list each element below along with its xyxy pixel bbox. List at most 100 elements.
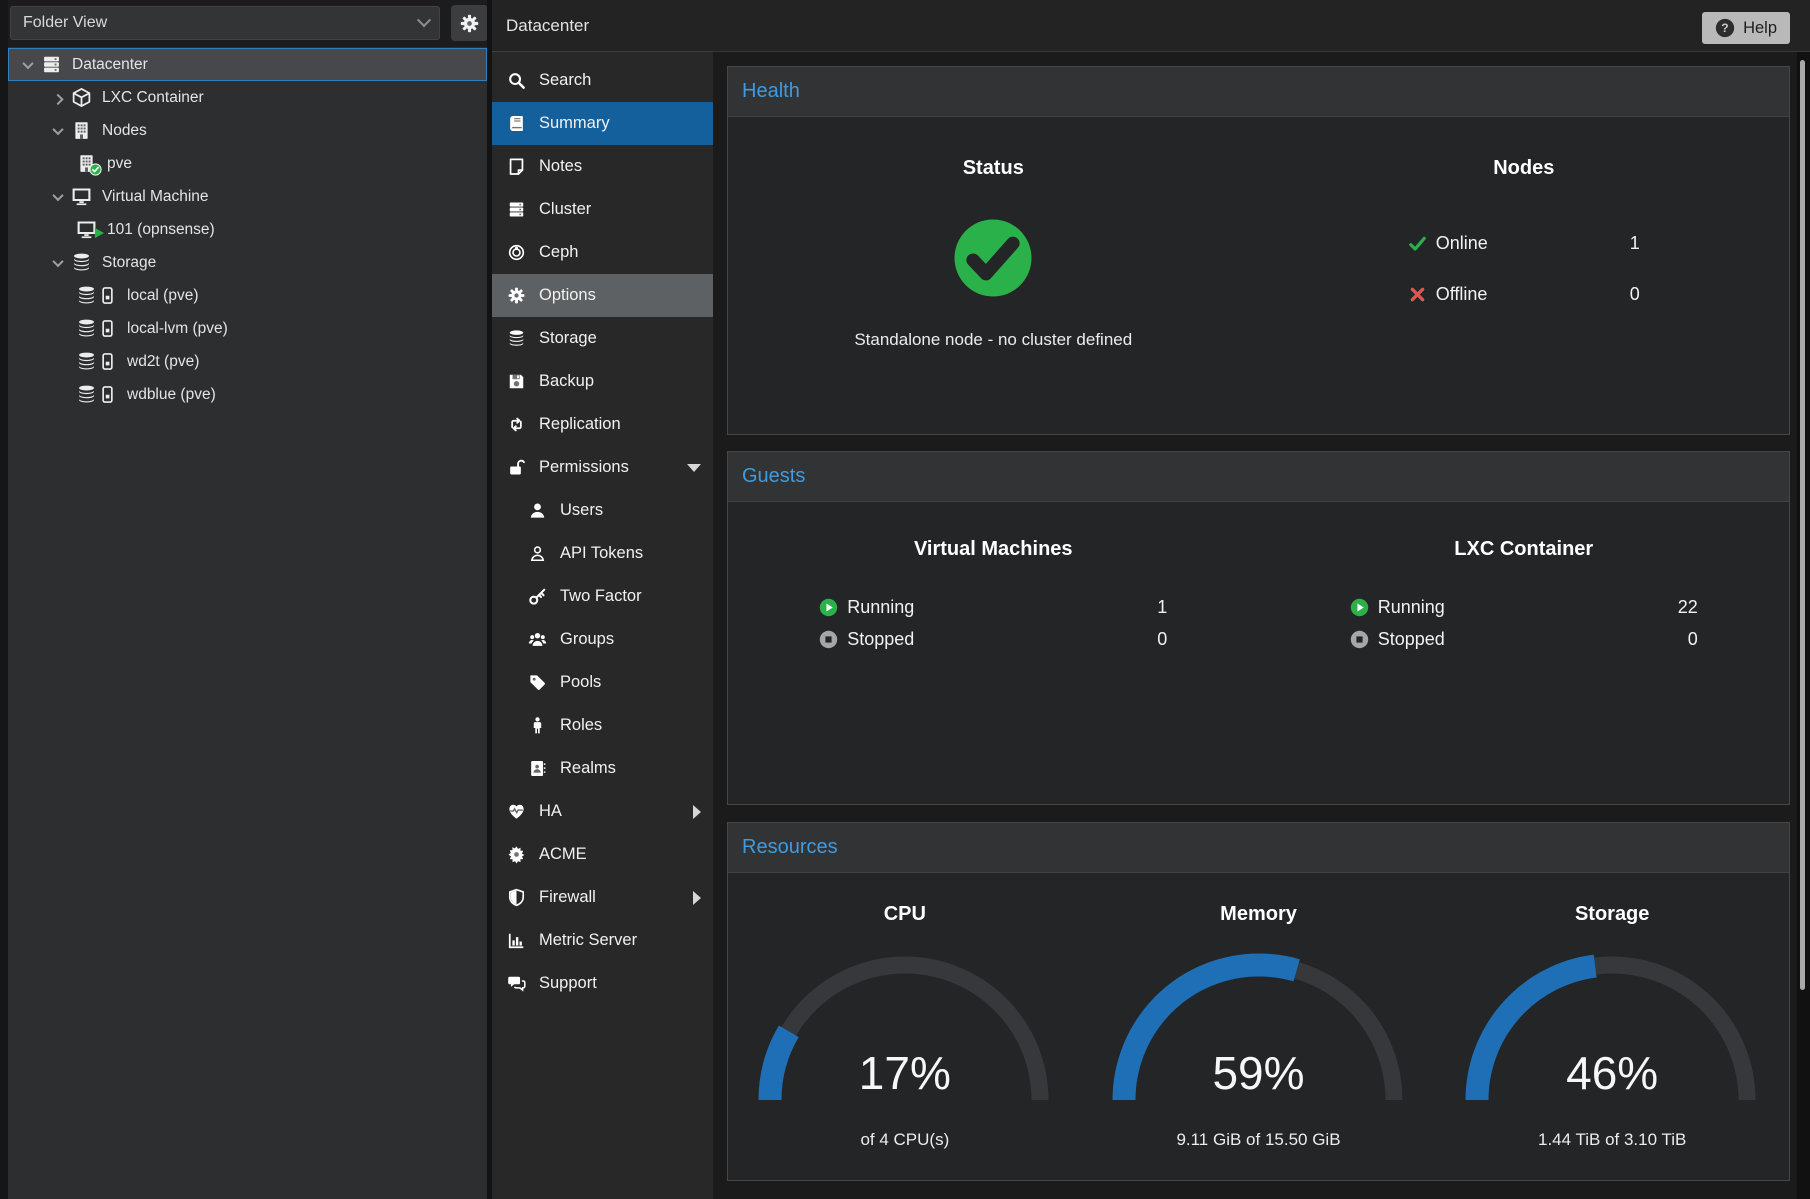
tree-item-datacenter[interactable]: Datacenter (8, 48, 487, 81)
menu-item-notes[interactable]: Notes (492, 145, 713, 188)
tree-item-label: 101 (opnsense) (107, 221, 215, 239)
floppy-icon (506, 372, 527, 391)
menu-item-realms[interactable]: Realms (492, 747, 713, 790)
lxc-container-label: Running (1378, 597, 1445, 618)
stop-circle-icon (819, 630, 838, 649)
menu-item-api-tokens[interactable]: API Tokens (492, 532, 713, 575)
menu-item-options[interactable]: Options (492, 274, 713, 317)
tree-settings-button[interactable] (451, 5, 488, 41)
menu-item-acme[interactable]: ACME (492, 833, 713, 876)
chevron-down-icon[interactable] (15, 49, 41, 80)
tree-item-nodes[interactable]: Nodes (8, 114, 487, 147)
tree-item-local-lvm-pve[interactable]: local-lvm (pve) (8, 312, 487, 345)
chevron-down-icon[interactable] (45, 180, 71, 213)
menu-item-roles[interactable]: Roles (492, 704, 713, 747)
menu-item-label: Roles (560, 716, 602, 735)
chevron-down-icon[interactable] (45, 114, 71, 147)
menu-item-label: ACME (539, 845, 587, 864)
users-icon (527, 630, 548, 649)
main-scrollbar-thumb[interactable] (1800, 60, 1805, 990)
tree-item-label: Nodes (102, 122, 147, 140)
acme-icon (506, 845, 527, 864)
user-icon (528, 501, 547, 520)
nodes-status-list: Online1Offline0 (1408, 218, 1640, 320)
nodes-row-online: Online1 (1408, 218, 1640, 269)
menu-item-groups[interactable]: Groups (492, 618, 713, 661)
menu-item-label: Ceph (539, 243, 578, 262)
server-icon (507, 200, 526, 219)
virtual-machines-label: Running (847, 597, 914, 618)
tree-item-wdblue-pve[interactable]: wdblue (pve) (8, 378, 487, 411)
resource-tree: Datacenter LXC Container Nodes pveVirtual M… (8, 48, 487, 1199)
floppy-icon (507, 372, 526, 391)
resource-heading: Memory (1220, 903, 1297, 926)
status-heading: Status (963, 157, 1024, 180)
menu-item-pools[interactable]: Pools (492, 661, 713, 704)
desktop-icon (76, 219, 97, 240)
tree-item-virtual-machine[interactable]: Virtual Machine (8, 180, 487, 213)
menu-item-cluster[interactable]: Cluster (492, 188, 713, 231)
health-panel-title: Health (728, 67, 1789, 117)
virtual-machines-value: 1 (1157, 597, 1167, 618)
menu-item-metric-server[interactable]: Metric Server (492, 919, 713, 962)
menu-item-permissions[interactable]: Permissions (492, 446, 713, 489)
menu-item-search[interactable]: Search (492, 59, 713, 102)
window-left-gutter (0, 0, 8, 1199)
drive-icon (98, 385, 117, 404)
tree-item-label: LXC Container (102, 89, 204, 107)
chevron-right-icon[interactable] (45, 81, 71, 114)
menu-item-summary[interactable]: Summary (492, 102, 713, 145)
resource-percent: 46% (1462, 1046, 1762, 1100)
menu-item-ha[interactable]: HA (492, 790, 713, 833)
tree-item-lxc-container[interactable]: LXC Container (8, 81, 487, 114)
main-scrollbar-track[interactable] (1797, 52, 1810, 1199)
menu-item-two-factor[interactable]: Two Factor (492, 575, 713, 618)
resources-panel: Resources CPU17%of 4 CPU(s)Memory59%9.11… (727, 822, 1790, 1181)
db-icon (76, 318, 97, 339)
menu-item-label: Permissions (539, 458, 629, 477)
status-check-badge (89, 163, 102, 176)
menu-item-replication[interactable]: Replication (492, 403, 713, 446)
db-icon (76, 318, 117, 339)
status-message: Standalone node - no cluster defined (854, 330, 1132, 350)
retweet-icon (507, 415, 526, 434)
addressbook-icon (527, 759, 548, 778)
menu-item-storage[interactable]: Storage (492, 317, 713, 360)
view-mode-select[interactable]: Folder View (10, 6, 440, 40)
user-o-icon (528, 544, 547, 563)
tree-item-101-opnsense[interactable]: 101 (opnsense) (8, 213, 487, 246)
resource-storage: Storage46%1.44 TiB of 3.10 TiB (1435, 873, 1789, 1150)
help-button[interactable]: Help (1702, 12, 1790, 44)
status-ok-icon (951, 216, 1035, 300)
drive-icon (98, 352, 117, 371)
guests-column-heading: Virtual Machines (914, 538, 1073, 561)
menu-item-label: Summary (539, 114, 610, 133)
guests-column-virtual-machines: Virtual Machines Running 1 Stopped0 (728, 502, 1259, 655)
menu-item-ceph[interactable]: Ceph (492, 231, 713, 274)
menu-item-backup[interactable]: Backup (492, 360, 713, 403)
tree-item-wd2t-pve[interactable]: wd2t (pve) (8, 345, 487, 378)
tree-item-storage[interactable]: Storage (8, 246, 487, 279)
chevron-down-icon[interactable] (45, 246, 71, 279)
nodes-heading: Nodes (1493, 157, 1554, 180)
resource-gauge-memory: 59% (1109, 950, 1409, 1114)
tree-item-local-pve[interactable]: local (pve) (8, 279, 487, 312)
tree-item-pve[interactable]: pve (8, 147, 487, 180)
key-icon (528, 587, 547, 606)
datacenter-menu-panel: Datacenter SearchSummaryNotesClusterCeph… (492, 0, 713, 1199)
virtual-machines-row-stopped: Stopped0 (819, 623, 1167, 655)
lxc-container-value: 22 (1678, 597, 1698, 618)
menu-item-users[interactable]: Users (492, 489, 713, 532)
view-mode-label: Folder View (23, 14, 107, 32)
check-icon (1408, 234, 1427, 253)
menu-item-firewall[interactable]: Firewall (492, 876, 713, 919)
resource-memory: Memory59%9.11 GiB of 15.50 GiB (1082, 873, 1436, 1150)
tree-item-label: Datacenter (72, 56, 148, 74)
menu-item-support[interactable]: Support (492, 962, 713, 1005)
play-circle-icon (1350, 598, 1369, 617)
proxmox-app: Folder View Datacenter LXC Container Nodes… (0, 0, 1810, 1199)
submenu-collapsed-icon (693, 891, 701, 905)
drive-icon (98, 286, 117, 305)
user-o-icon (527, 544, 548, 563)
comments-icon (506, 974, 527, 993)
